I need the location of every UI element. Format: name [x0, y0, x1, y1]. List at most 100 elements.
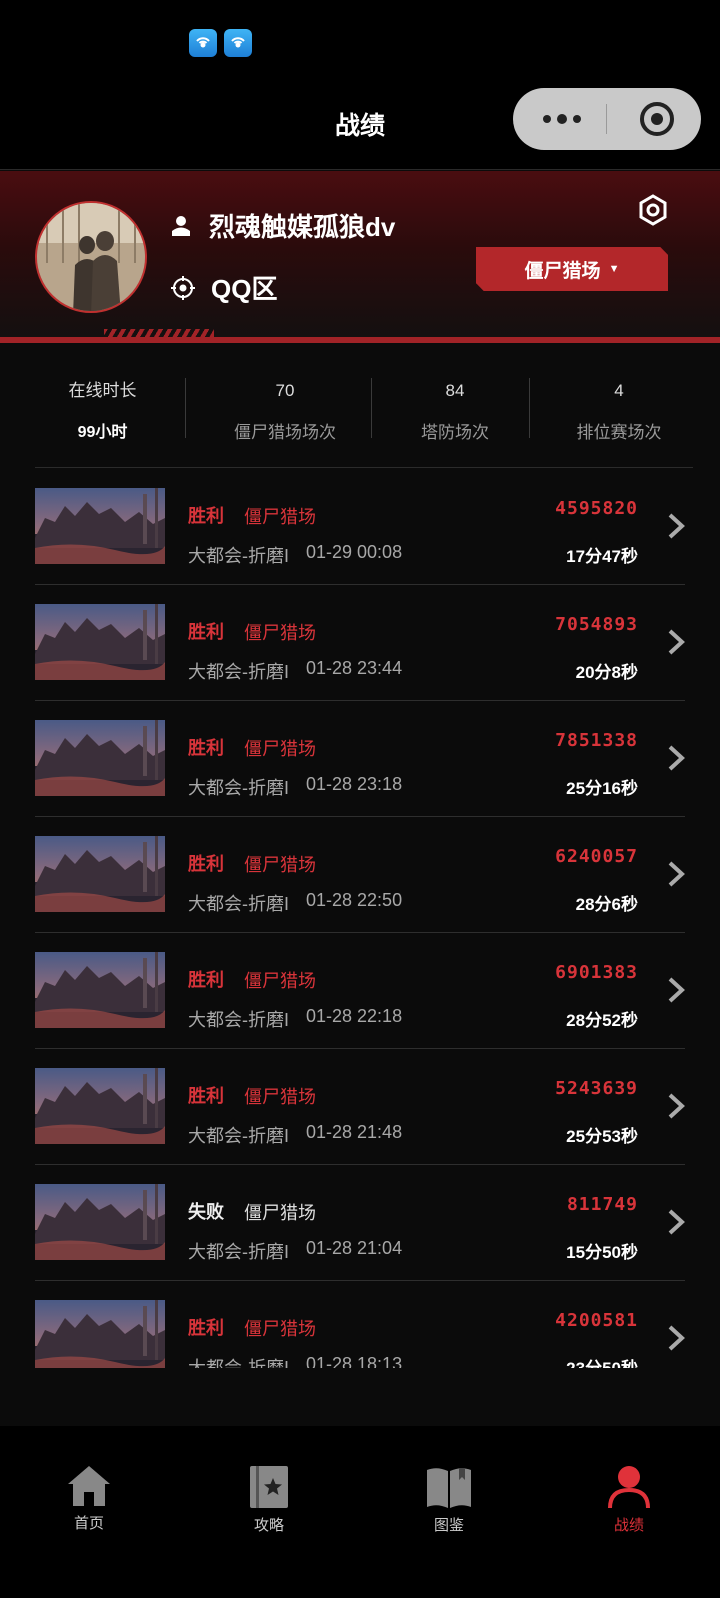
row-divider	[35, 932, 685, 933]
caret-down-icon: ▼	[608, 263, 620, 275]
match-time: 01-29 00:08	[306, 542, 403, 562]
match-time: 01-28 23:44	[306, 658, 403, 678]
tab-guide[interactable]: 攻略	[209, 1464, 329, 1535]
stat-label: 在线时长	[68, 381, 137, 400]
decor-stripes	[104, 329, 214, 337]
home-icon	[68, 1466, 110, 1506]
tab-catalog[interactable]: 图鉴	[389, 1464, 509, 1535]
username-row: 烈魂触媒孤狼dv	[171, 207, 395, 244]
match-mode: 僵尸猎场	[244, 971, 316, 991]
match-mode: 僵尸猎场	[244, 1203, 316, 1223]
match-mode: 僵尸猎场	[244, 739, 316, 759]
chevron-right-icon[interactable]	[666, 628, 686, 656]
tab-home-label: 首页	[73, 1515, 104, 1532]
match-time: 01-28 21:04	[306, 1238, 403, 1258]
chevron-right-icon[interactable]	[666, 976, 686, 1004]
match-result: 胜利	[188, 506, 224, 526]
match-duration: 28分6秒	[575, 895, 638, 914]
tab-bar: 首页 攻略 图鉴 战绩	[0, 1426, 720, 1598]
match-row[interactable]: 胜利 僵尸猎场 大都会-折磨I 01-28 22:50 6240057 28分6…	[0, 828, 720, 944]
status-bar	[0, 0, 720, 88]
match-map: 大都会-折磨I	[188, 778, 289, 798]
mode-select-button[interactable]: 僵尸猎场 ▼	[476, 247, 668, 291]
map-thumbnail	[35, 720, 165, 796]
chevron-right-icon[interactable]	[666, 1208, 686, 1236]
stat-value: 84	[445, 381, 465, 400]
stat-tower-count: 84 塔防场次	[385, 378, 525, 448]
settings-hex-icon[interactable]	[637, 194, 669, 226]
match-map: 大都会-折磨I	[188, 1358, 289, 1368]
match-result: 胜利	[188, 1318, 224, 1338]
match-score: 7851338	[555, 730, 638, 751]
match-duration: 25分16秒	[566, 779, 638, 798]
match-map: 大都会-折磨I	[188, 1242, 289, 1262]
match-time: 01-28 22:18	[306, 1006, 403, 1026]
match-map: 大都会-折磨I	[188, 546, 289, 566]
match-score: 7054893	[555, 614, 638, 635]
region-label: QQ区	[211, 274, 278, 304]
match-time: 01-28 22:50	[306, 890, 403, 910]
match-result: 胜利	[188, 1086, 224, 1106]
map-thumbnail	[35, 1068, 165, 1144]
match-row[interactable]: 胜利 僵尸猎场 大都会-折磨I 01-28 21:48 5243639 25分5…	[0, 1060, 720, 1176]
capsule-divider	[606, 104, 607, 134]
user-icon	[172, 215, 190, 236]
match-map: 大都会-折磨I	[188, 662, 289, 682]
title-bar: 战绩	[0, 88, 720, 170]
stat-value: 99小时	[77, 424, 128, 441]
profile-banner: 烈魂触媒孤狼dv QQ区 僵尸猎场 ▼	[0, 171, 720, 343]
stat-online-time: 在线时长 99小时	[35, 378, 170, 448]
tab-home[interactable]: 首页	[29, 1464, 149, 1533]
match-result: 胜利	[188, 622, 224, 642]
avatar[interactable]	[35, 201, 147, 313]
match-duration: 15分50秒	[566, 1243, 638, 1262]
match-duration: 20分8秒	[575, 663, 638, 682]
stat-value: 70	[275, 381, 295, 400]
match-score: 811749	[566, 1194, 638, 1215]
catalog-book-icon	[427, 1468, 471, 1508]
match-row[interactable]: 胜利 僵尸猎场 大都会-折磨I 01-28 22:18 6901383 28分5…	[0, 944, 720, 1060]
chevron-right-icon[interactable]	[666, 744, 686, 772]
chevron-right-icon[interactable]	[666, 860, 686, 888]
chevron-right-icon[interactable]	[666, 1092, 686, 1120]
tab-catalog-label: 图鉴	[433, 1517, 464, 1534]
mini-program-capsule	[513, 88, 701, 150]
more-icon[interactable]	[543, 110, 583, 128]
match-row[interactable]: 胜利 僵尸猎场 大都会-折磨I 01-29 00:08 4595820 17分4…	[0, 480, 720, 596]
match-duration: 25分53秒	[566, 1127, 638, 1146]
match-mode: 僵尸猎场	[244, 507, 316, 527]
match-row[interactable]: 胜利 僵尸猎场 大都会-折磨I 01-28 23:18 7851338 25分1…	[0, 712, 720, 828]
match-score: 6901383	[555, 962, 638, 983]
match-row[interactable]: 胜利 僵尸猎场 大都会-折磨I 01-28 18:13 4200581 23分5…	[0, 1292, 720, 1368]
match-map: 大都会-折磨I	[188, 1010, 289, 1030]
map-thumbnail	[35, 836, 165, 912]
close-mini-program-icon[interactable]	[639, 101, 675, 137]
stat-divider	[185, 378, 186, 438]
match-mode: 僵尸猎场	[244, 623, 316, 643]
row-divider	[35, 1048, 685, 1049]
match-duration: 17分47秒	[566, 547, 638, 566]
map-thumbnail	[35, 488, 165, 564]
wifi-app-icon	[224, 29, 252, 57]
match-result: 胜利	[188, 854, 224, 874]
match-mode: 僵尸猎场	[244, 1319, 316, 1339]
map-thumbnail	[35, 1300, 165, 1368]
stat-label: 排位赛场次	[576, 423, 662, 442]
match-row[interactable]: 胜利 僵尸猎场 大都会-折磨I 01-28 23:44 7054893 20分8…	[0, 596, 720, 712]
tab-record-label: 战绩	[613, 1517, 644, 1534]
match-row[interactable]: 失败 僵尸猎场 大都会-折磨I 01-28 21:04 811749 15分50…	[0, 1176, 720, 1292]
chevron-right-icon[interactable]	[666, 512, 686, 540]
map-thumbnail	[35, 604, 165, 680]
tab-record[interactable]: 战绩	[569, 1464, 689, 1535]
map-thumbnail	[35, 952, 165, 1028]
match-time: 01-28 23:18	[306, 774, 403, 794]
row-divider	[35, 700, 685, 701]
stat-divider	[371, 378, 372, 438]
chevron-right-icon[interactable]	[666, 1324, 686, 1352]
guide-book-icon	[250, 1466, 288, 1508]
match-time: 01-28 18:13	[306, 1354, 403, 1368]
match-list[interactable]: 胜利 僵尸猎场 大都会-折磨I 01-29 00:08 4595820 17分4…	[0, 480, 720, 1368]
match-map: 大都会-折磨I	[188, 1126, 289, 1146]
match-mode: 僵尸猎场	[244, 855, 316, 875]
wifi-app-icon	[189, 29, 217, 57]
